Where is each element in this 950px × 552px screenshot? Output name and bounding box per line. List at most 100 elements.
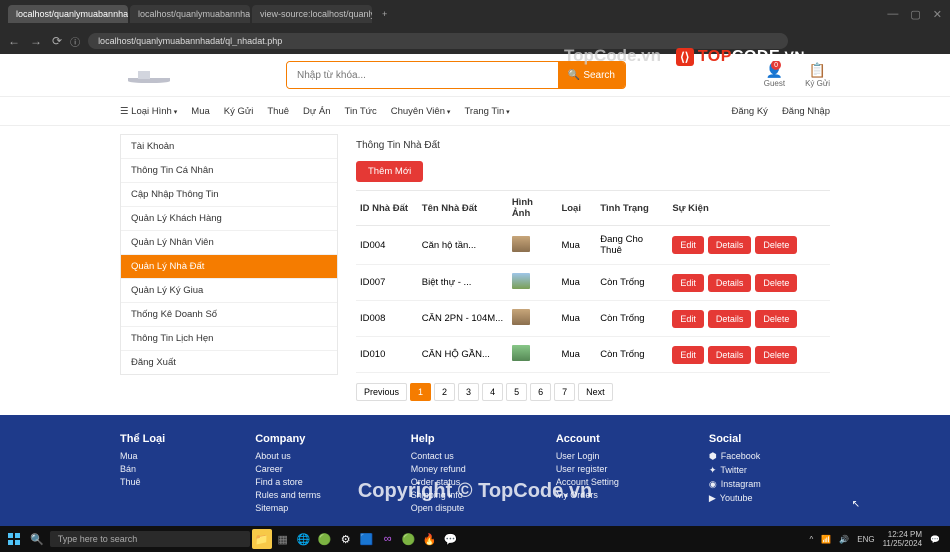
search-input[interactable] bbox=[287, 62, 558, 88]
start-button[interactable] bbox=[4, 529, 24, 549]
taskbar-app-icon[interactable]: 🟢 bbox=[315, 529, 335, 549]
footer-link[interactable]: About us bbox=[255, 451, 321, 461]
nav-reload-icon[interactable]: ⟳ bbox=[52, 34, 62, 48]
edit-button[interactable]: Edit bbox=[672, 236, 704, 254]
page-1[interactable]: 1 bbox=[410, 383, 431, 401]
taskbar-app-icon[interactable]: ⚙ bbox=[336, 529, 356, 549]
taskbar-app-icon[interactable]: 🌐 bbox=[294, 529, 314, 549]
taskbar-app-icon[interactable]: 🟢 bbox=[399, 529, 419, 549]
data-table: ID Nhà Đất Tên Nhà Đất Hình Ảnh Loại Tìn… bbox=[356, 190, 830, 373]
details-button[interactable]: Details bbox=[708, 236, 752, 254]
new-tab-button[interactable]: + bbox=[374, 5, 395, 23]
footer-link[interactable]: Find a store bbox=[255, 477, 321, 487]
footer-link[interactable]: User Login bbox=[556, 451, 619, 461]
sidebar-item-thongke[interactable]: Thống Kê Doanh Số bbox=[121, 303, 337, 327]
cursor-icon: ↖ bbox=[852, 499, 860, 510]
url-input[interactable] bbox=[88, 33, 788, 49]
nav-loaihinh[interactable]: ☰ Loại Hình bbox=[120, 106, 177, 117]
sidebar-item-capnhap[interactable]: Cập Nhập Thông Tin bbox=[121, 183, 337, 207]
footer-link[interactable]: Money refund bbox=[411, 464, 466, 474]
nav-chuyenvien[interactable]: Chuyên Viên bbox=[391, 106, 451, 117]
taskbar-time[interactable]: 12:24 PM bbox=[883, 530, 922, 539]
footer-link-youtube[interactable]: ▶Youtube bbox=[709, 493, 761, 504]
footer-link[interactable]: Thuê bbox=[120, 477, 165, 487]
site-info-icon[interactable]: ⓘ bbox=[70, 34, 80, 49]
footer-link[interactable]: Contact us bbox=[411, 451, 466, 461]
nav-thue[interactable]: Thuê bbox=[267, 106, 289, 117]
details-button[interactable]: Details bbox=[708, 274, 752, 292]
taskbar-app-icon[interactable]: 📁 bbox=[252, 529, 272, 549]
taskbar-app-icon[interactable]: 💬 bbox=[441, 529, 461, 549]
sidebar-item-ql-kygui[interactable]: Quản Lý Ký Giua bbox=[121, 279, 337, 303]
sidebar-item-ql-nhanvien[interactable]: Quản Lý Nhân Viên bbox=[121, 231, 337, 255]
page-5[interactable]: 5 bbox=[506, 383, 527, 401]
table-row: ID010 CĂN HỘ GẦN... Mua Còn Trống Edit D… bbox=[356, 337, 830, 373]
window-close-icon[interactable]: ✕ bbox=[933, 8, 942, 21]
browser-tab[interactable]: localhost/quanlymuabannhadat... bbox=[130, 5, 250, 23]
th-hinhanh: Hình Ảnh bbox=[508, 191, 558, 226]
nav-dangnhap[interactable]: Đăng Nhập bbox=[782, 106, 830, 117]
sidebar-item-dangxuat[interactable]: Đăng Xuất bbox=[121, 351, 337, 374]
taskbar-date[interactable]: 11/25/2024 bbox=[883, 539, 922, 548]
browser-tab[interactable]: localhost/quanlymuabannhadat... bbox=[8, 5, 128, 23]
edit-button[interactable]: Edit bbox=[672, 274, 704, 292]
tray-wifi-icon[interactable]: 📶 bbox=[821, 535, 831, 544]
nav-mua[interactable]: Mua bbox=[191, 106, 209, 117]
delete-button[interactable]: Delete bbox=[755, 236, 797, 254]
nav-duan[interactable]: Dự Án bbox=[303, 106, 330, 117]
footer-h-company: Company bbox=[255, 433, 321, 445]
nav-back-icon[interactable]: ← bbox=[8, 34, 20, 48]
footer-link[interactable]: Open dispute bbox=[411, 503, 466, 513]
page-2[interactable]: 2 bbox=[434, 383, 455, 401]
footer-link[interactable]: User register bbox=[556, 464, 619, 474]
taskbar-app-icon[interactable]: 🟦 bbox=[357, 529, 377, 549]
footer-link-instagram[interactable]: ◉Instagram bbox=[709, 479, 761, 490]
taskbar-app-icon[interactable]: 🔥 bbox=[420, 529, 440, 549]
footer-link[interactable]: Bán bbox=[120, 464, 165, 474]
edit-button[interactable]: Edit bbox=[672, 310, 704, 328]
edit-button[interactable]: Edit bbox=[672, 346, 704, 364]
nav-forward-icon[interactable]: → bbox=[30, 34, 42, 48]
add-button[interactable]: Thêm Mới bbox=[356, 161, 423, 182]
sidebar-item-ql-khachhang[interactable]: Quản Lý Khách Hàng bbox=[121, 207, 337, 231]
footer-link[interactable]: Sitemap bbox=[255, 503, 321, 513]
tray-notif-icon[interactable]: 💬 bbox=[930, 535, 940, 544]
footer-link-twitter[interactable]: ✦Twitter bbox=[709, 465, 761, 476]
cell-thumb bbox=[508, 337, 558, 373]
details-button[interactable]: Details bbox=[708, 346, 752, 364]
page-next[interactable]: Next bbox=[578, 383, 613, 401]
page-4[interactable]: 4 bbox=[482, 383, 503, 401]
delete-button[interactable]: Delete bbox=[755, 310, 797, 328]
footer-link[interactable]: Mua bbox=[120, 451, 165, 461]
sidebar-item-ql-nhadat[interactable]: Quản Lý Nhà Đất bbox=[121, 255, 337, 279]
page-3[interactable]: 3 bbox=[458, 383, 479, 401]
page-prev[interactable]: Previous bbox=[356, 383, 407, 401]
logo-icon[interactable] bbox=[120, 65, 180, 85]
nav-trangtin[interactable]: Trang Tin bbox=[464, 106, 509, 117]
tray-lang[interactable]: ENG bbox=[857, 535, 874, 544]
taskbar-app-icon[interactable]: ▦ bbox=[273, 529, 293, 549]
browser-tab[interactable]: view-source:localhost/quanlym... bbox=[252, 5, 372, 23]
window-maximize-icon[interactable]: ▢ bbox=[910, 8, 920, 21]
taskbar-search-icon[interactable]: 🔍 bbox=[30, 533, 44, 546]
nav-dangky[interactable]: Đăng Ký bbox=[732, 106, 768, 117]
taskbar-search-input[interactable]: Type here to search bbox=[50, 531, 250, 547]
footer-link[interactable]: Rules and terms bbox=[255, 490, 321, 500]
taskbar-app-icon[interactable]: ∞ bbox=[378, 529, 398, 549]
sidebar-item-thongtincn[interactable]: Thông Tin Cá Nhân bbox=[121, 159, 337, 183]
sidebar-item-lichhen[interactable]: Thông Tin Lịch Hẹn bbox=[121, 327, 337, 351]
nav-kygui[interactable]: Ký Gửi bbox=[224, 106, 254, 117]
footer-link-facebook[interactable]: ⬢Facebook bbox=[709, 451, 761, 462]
page-6[interactable]: 6 bbox=[530, 383, 551, 401]
details-button[interactable]: Details bbox=[708, 310, 752, 328]
page-7[interactable]: 7 bbox=[554, 383, 575, 401]
window-minimize-icon[interactable]: — bbox=[887, 8, 898, 21]
sidebar-item-taikhoan[interactable]: Tài Khoản bbox=[121, 135, 337, 159]
footer-link[interactable]: Career bbox=[255, 464, 321, 474]
tray-sound-icon[interactable]: 🔊 bbox=[839, 535, 849, 544]
tray-icon[interactable]: ^ bbox=[810, 535, 814, 544]
kygui-icon[interactable]: 📋Ký Gửi bbox=[805, 62, 830, 88]
delete-button[interactable]: Delete bbox=[755, 346, 797, 364]
nav-tintuc[interactable]: Tin Tức bbox=[345, 106, 377, 117]
delete-button[interactable]: Delete bbox=[755, 274, 797, 292]
